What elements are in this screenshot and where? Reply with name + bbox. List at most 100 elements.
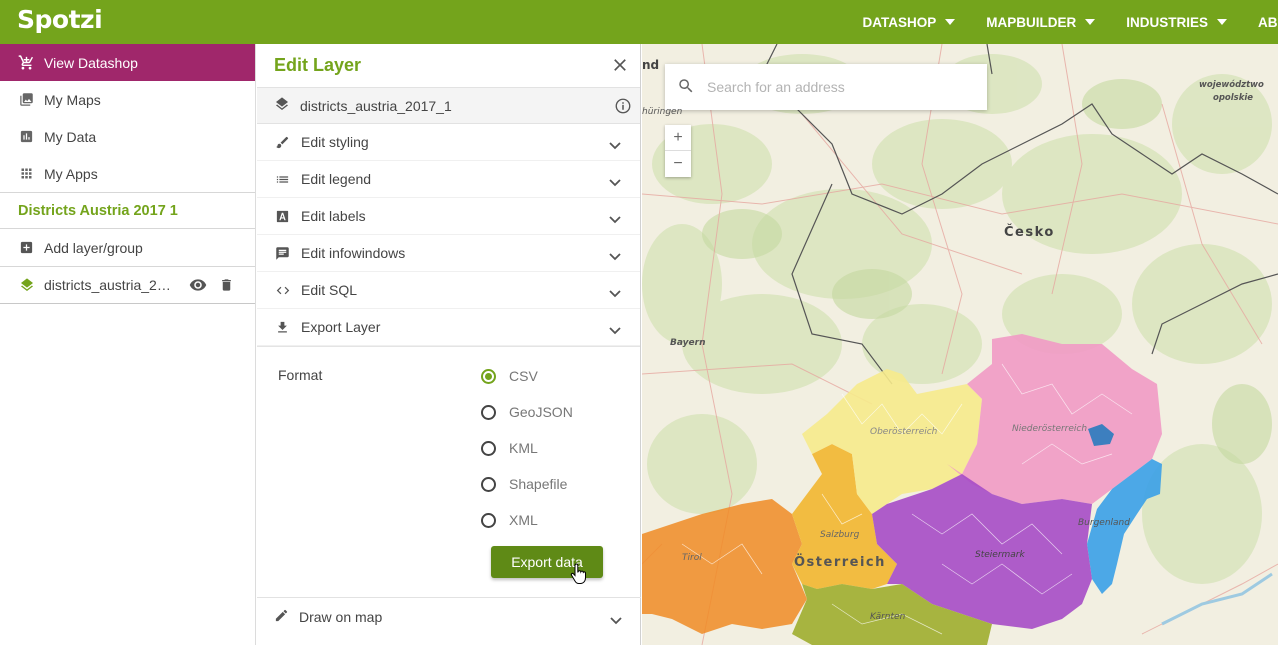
- panel-header: Edit Layer: [257, 44, 640, 87]
- edit-sql-section[interactable]: Edit SQL: [257, 272, 640, 309]
- format-radio-geojson[interactable]: GeoJSON: [481, 404, 573, 420]
- layer-name: districts_austria_2017_1: [44, 277, 178, 293]
- radio-icon: [481, 440, 496, 456]
- export-options: Format CSV GeoJSON KML Shapefile XML Exp…: [257, 346, 640, 600]
- map-label-oberoesterreich: Oberösterreich: [870, 427, 938, 437]
- section-label: Edit legend: [301, 171, 372, 187]
- hand-cursor-icon: [570, 563, 586, 584]
- sidebar-item-my-maps[interactable]: My Maps: [0, 81, 255, 118]
- chevron-down-icon: [609, 137, 621, 153]
- code-icon: [274, 282, 291, 299]
- data-chart-icon: [18, 128, 35, 145]
- edit-styling-section[interactable]: Edit styling: [257, 124, 640, 161]
- section-label: Edit infowindows: [301, 245, 406, 261]
- chevron-down-icon: [609, 285, 621, 301]
- map-label-tirol: Tirol: [682, 553, 702, 563]
- info-icon[interactable]: [614, 97, 632, 118]
- map-label-edge: nd: [642, 58, 660, 72]
- nav-industries-label: INDUSTRIES: [1126, 14, 1208, 30]
- chevron-down-icon: [610, 612, 622, 628]
- zoom-out-button[interactable]: −: [665, 151, 691, 177]
- radio-label: Shapefile: [509, 476, 568, 492]
- map-label-cesko: Česko: [1004, 225, 1055, 240]
- nav-industries[interactable]: INDUSTRIES: [1126, 15, 1227, 30]
- map-label-niederoesterreich: Niederösterreich: [1012, 424, 1088, 434]
- list-icon: [274, 171, 291, 188]
- sidebar-item-my-apps[interactable]: My Apps: [0, 155, 255, 192]
- panel-layer-name: districts_austria_2017_1: [300, 97, 452, 114]
- edit-legend-section[interactable]: Edit legend: [257, 161, 640, 198]
- export-layer-section[interactable]: Export Layer: [257, 309, 640, 346]
- edit-infowindows-section[interactable]: Edit infowindows: [257, 235, 640, 272]
- format-radio-csv[interactable]: CSV: [481, 368, 538, 384]
- section-label: Edit styling: [301, 134, 369, 150]
- chevron-down-icon: [609, 248, 621, 264]
- map-label-thuringen: hüringen: [642, 107, 683, 117]
- radio-label: KML: [509, 440, 538, 456]
- map-label-opolskie-2: opolskie: [1213, 93, 1254, 103]
- cart-icon: [18, 54, 35, 71]
- radio-icon: [481, 512, 496, 528]
- chevron-down-icon: [609, 174, 621, 190]
- layer-list-item[interactable]: districts_austria_2017_1: [0, 266, 255, 304]
- map-label-osterreich: Österreich: [794, 555, 886, 570]
- format-radio-shapefile[interactable]: Shapefile: [481, 476, 567, 492]
- left-sidebar: View Datashop My Maps My Data My Apps Di…: [0, 44, 256, 645]
- draw-on-map-section[interactable]: Draw on map: [257, 597, 641, 635]
- map-background: [642, 44, 1278, 645]
- add-layer-button[interactable]: Add layer/group: [0, 229, 255, 266]
- brush-icon: [274, 134, 291, 151]
- nav-about[interactable]: ABO: [1258, 15, 1278, 30]
- visibility-eye-icon[interactable]: [189, 276, 207, 294]
- panel-title: Edit Layer: [274, 55, 362, 75]
- maps-icon: [18, 91, 35, 108]
- nav-mapbuilder[interactable]: MAPBUILDER: [986, 14, 1096, 30]
- radio-icon: [481, 476, 496, 492]
- comment-icon: [274, 245, 291, 262]
- format-label: Format: [278, 367, 323, 383]
- sidebar-item-label: View Datashop: [44, 54, 138, 71]
- format-radio-xml[interactable]: XML: [481, 512, 538, 528]
- radio-selected-icon: [481, 368, 496, 384]
- section-label: Export Layer: [301, 319, 381, 335]
- map-label-kaernten: Kärnten: [870, 612, 906, 622]
- sidebar-item-label: My Apps: [44, 165, 98, 182]
- nav-about-label: ABO: [1258, 14, 1278, 30]
- close-icon[interactable]: [610, 55, 630, 75]
- map-label-steiermark: Steiermark: [975, 550, 1025, 560]
- export-data-button[interactable]: Export data: [491, 546, 603, 578]
- nav-datashop[interactable]: DATASHOP: [862, 14, 956, 30]
- radio-icon: [481, 404, 496, 420]
- layers-icon: [274, 96, 290, 115]
- sidebar-item-my-data[interactable]: My Data: [0, 118, 255, 155]
- map-title[interactable]: Districts Austria 2017 1: [0, 192, 255, 229]
- sidebar-item-view-datashop[interactable]: View Datashop: [0, 44, 255, 81]
- apps-grid-icon: [18, 165, 35, 182]
- address-search-input[interactable]: [707, 79, 967, 95]
- nav-datashop-label: DATASHOP: [862, 14, 937, 30]
- top-bar: Spotzi DATASHOP MAPBUILDER INDUSTRIES AB…: [0, 0, 1278, 44]
- sidebar-item-label: My Maps: [44, 91, 101, 108]
- edit-layer-panel: Edit Layer districts_austria_2017_1 Edit…: [257, 44, 641, 645]
- chevron-down-icon: [609, 211, 621, 227]
- spotzi-logo[interactable]: Spotzi: [17, 5, 103, 34]
- map-label-salzburg: Salzburg: [820, 530, 860, 540]
- radio-label: CSV: [509, 368, 538, 384]
- address-search-box: [665, 64, 987, 110]
- caret-down-icon: [1085, 19, 1096, 25]
- caret-down-icon: [1217, 19, 1227, 25]
- map-canvas[interactable]: + − nd hüringen Česko województwo opolsk…: [642, 44, 1278, 645]
- nav-mapbuilder-label: MAPBUILDER: [986, 14, 1077, 30]
- search-icon: [677, 77, 695, 98]
- chevron-down-icon: [609, 322, 621, 338]
- add-box-icon: [18, 239, 35, 256]
- caret-down-icon: [945, 19, 956, 25]
- sidebar-item-label: My Data: [44, 128, 97, 145]
- map-label-bayern: Bayern: [670, 338, 706, 348]
- zoom-in-button[interactable]: +: [665, 125, 691, 151]
- download-icon: [274, 319, 291, 336]
- edit-labels-section[interactable]: Edit labels: [257, 198, 640, 235]
- panel-layer-row: districts_austria_2017_1: [257, 87, 640, 124]
- format-radio-kml[interactable]: KML: [481, 440, 538, 456]
- delete-trash-icon[interactable]: [219, 277, 234, 293]
